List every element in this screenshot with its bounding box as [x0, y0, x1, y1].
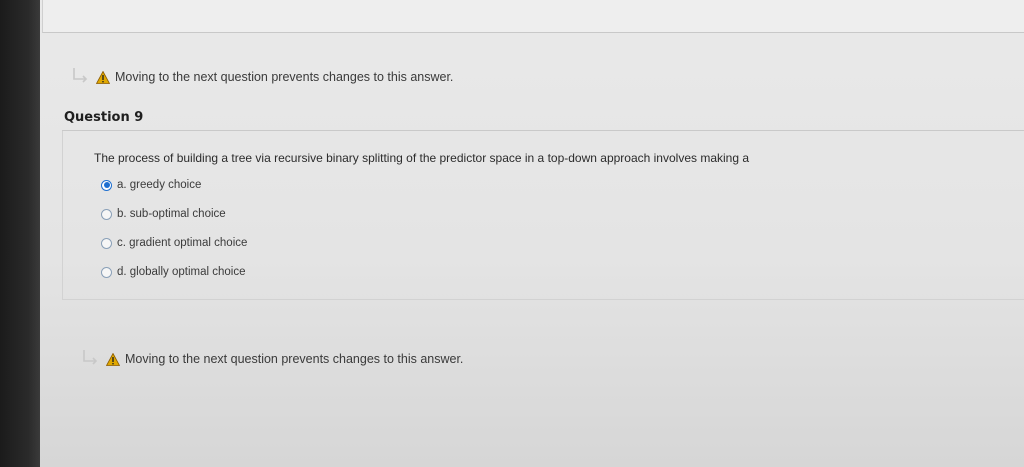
radio-button[interactable] — [101, 237, 112, 249]
option-label[interactable]: a. greedy choice — [117, 179, 201, 191]
answer-option-a[interactable]: a. greedy choice — [101, 179, 201, 191]
navigation-warning-top: Moving to the next question prevents cha… — [70, 66, 453, 88]
option-label[interactable]: b. sub-optimal choice — [117, 208, 226, 220]
warning-icon — [105, 352, 121, 366]
warning-text: Moving to the next question prevents cha… — [125, 352, 464, 366]
answer-option-d[interactable]: d. globally optimal choice — [101, 266, 246, 278]
warning-text: Moving to the next question prevents cha… — [115, 70, 454, 84]
question-prompt: The process of building a tree via recur… — [94, 151, 750, 165]
answer-option-b[interactable]: b. sub-optimal choice — [101, 208, 226, 220]
radio-button-selected[interactable] — [101, 179, 112, 191]
previous-question-panel — [42, 0, 1024, 33]
navigation-warning-bottom: Moving to the next question prevents cha… — [80, 348, 463, 370]
warning-icon — [95, 70, 111, 84]
answer-option-c[interactable]: c. gradient optimal choice — [101, 237, 247, 249]
radio-button[interactable] — [101, 208, 112, 220]
return-arrow-icon — [80, 348, 102, 370]
radio-button[interactable] — [101, 266, 112, 278]
question-title: Question 9 — [64, 110, 144, 125]
option-label[interactable]: c. gradient optimal choice — [117, 237, 247, 249]
option-label[interactable]: d. globally optimal choice — [117, 266, 246, 278]
screen-bezel — [0, 0, 40, 467]
return-arrow-icon — [70, 66, 92, 88]
question-header: Question 9 — [62, 108, 1024, 131]
